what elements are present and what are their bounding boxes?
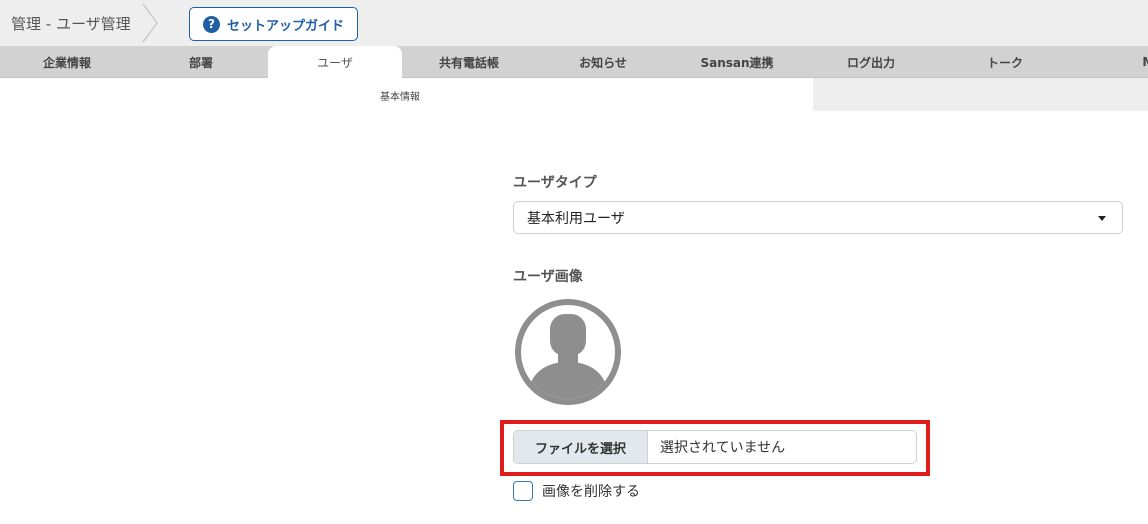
breadcrumb-text: 管理 - ユーザ管理: [11, 14, 131, 33]
choose-file-button[interactable]: ファイルを選択: [514, 431, 648, 463]
user-type-label: ユーザタイプ: [513, 175, 597, 191]
user-type-value: 基本利用ユーザ: [527, 210, 625, 227]
delete-image-label[interactable]: 画像を削除する: [542, 481, 640, 501]
tab-sansan[interactable]: Sansan連携: [670, 46, 804, 78]
delete-image-row: 画像を削除する: [513, 480, 640, 502]
tab-user[interactable]: ユーザ: [268, 46, 402, 79]
tab-shared-phonebook[interactable]: 共有電話帳: [402, 46, 536, 78]
tab-microsoft[interactable]: Microsoft: [1072, 46, 1148, 78]
tab-notice[interactable]: お知らせ: [536, 46, 670, 78]
subtab-basic-info[interactable]: 基本情報: [0, 78, 813, 111]
main-tabs: 企業情報 部署 ユーザ 共有電話帳 お知らせ Sansan連携 ログ出力 トーク…: [0, 46, 1148, 79]
file-status-text: 選択されていません: [660, 440, 786, 456]
subtab-bar: 基本情報: [0, 78, 1148, 111]
subtab-basic-info-label: 基本情報: [380, 92, 420, 103]
header: 管理 - ユーザ管理 ? セットアップガイド: [0, 0, 1148, 46]
setup-guide-label: セットアップガイド: [226, 18, 344, 34]
tab-department[interactable]: 部署: [134, 46, 268, 78]
tab-company-info[interactable]: 企業情報: [0, 46, 134, 78]
breadcrumb: 管理 - ユーザ管理: [0, 0, 159, 46]
user-avatar-icon: [515, 299, 621, 405]
file-input[interactable]: ファイルを選択 選択されていません: [513, 430, 917, 464]
delete-image-checkbox[interactable]: [513, 481, 533, 501]
setup-guide-button[interactable]: ? セットアップガイド: [189, 7, 358, 41]
page: 管理 - ユーザ管理 ? セットアップガイド 企業情報 部署 ユーザ 共有電話帳…: [0, 0, 1148, 524]
user-type-select[interactable]: 基本利用ユーザ: [513, 201, 1123, 234]
help-icon: ?: [202, 15, 220, 33]
tab-log-output[interactable]: ログ出力: [804, 46, 938, 78]
caret-down-icon: [1098, 216, 1106, 221]
chevron-right-icon: [142, 3, 158, 43]
subtab-filler: [813, 78, 1148, 111]
user-image-label: ユーザ画像: [513, 269, 583, 285]
tab-talk[interactable]: トーク: [938, 46, 1072, 78]
